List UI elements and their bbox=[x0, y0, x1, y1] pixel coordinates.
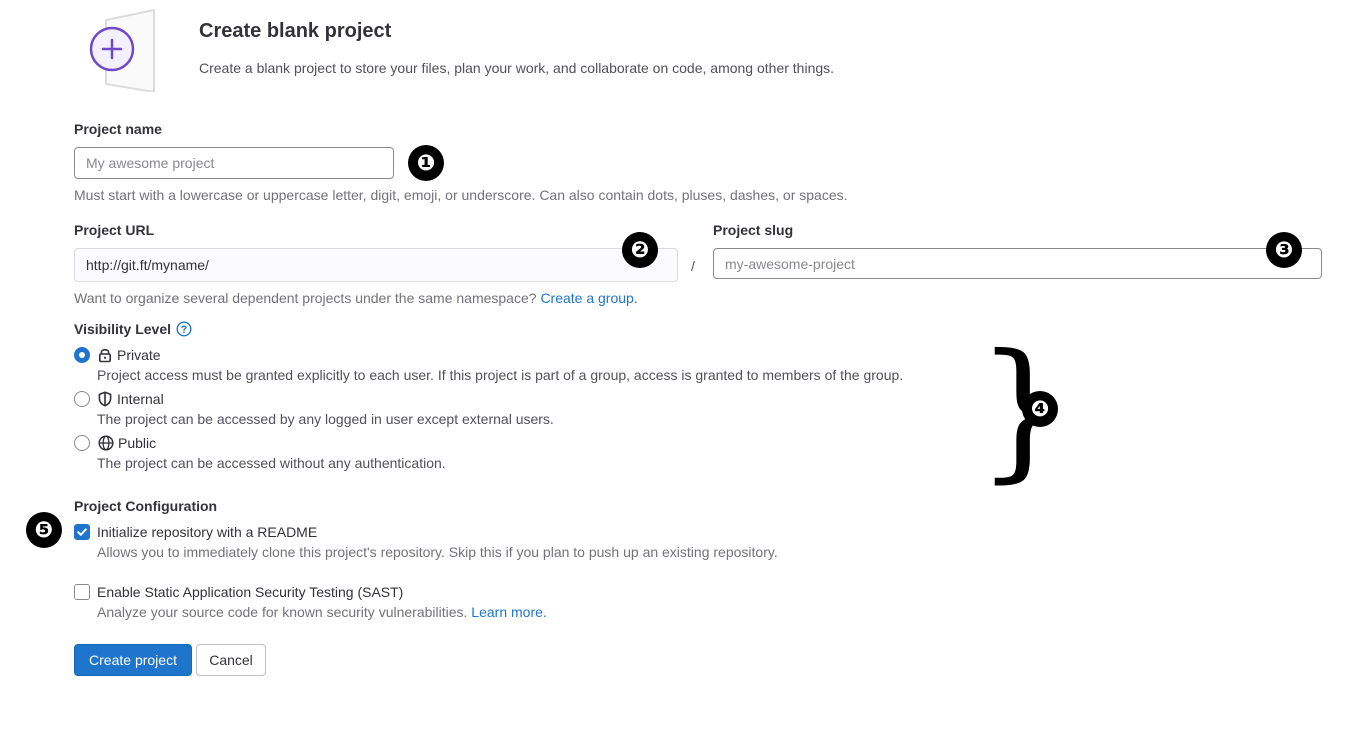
initialize-readme-checkbox[interactable] bbox=[74, 524, 90, 540]
visibility-internal-label: Internal bbox=[117, 391, 164, 407]
initialize-readme-description: Allows you to immediately clone this pro… bbox=[97, 544, 778, 560]
namespace-help: Want to organize several dependent proje… bbox=[74, 290, 638, 306]
enable-sast-label: Enable Static Application Security Testi… bbox=[97, 584, 404, 600]
cancel-button[interactable]: Cancel bbox=[196, 644, 266, 676]
annotation-badge-4: ❹ bbox=[1022, 391, 1058, 427]
shield-icon bbox=[98, 391, 112, 407]
project-configuration-label: Project Configuration bbox=[74, 498, 218, 514]
globe-icon bbox=[98, 435, 114, 451]
visibility-public-radio[interactable] bbox=[74, 435, 90, 451]
visibility-private-description: Project access must be granted explicitl… bbox=[97, 367, 904, 383]
create-project-button[interactable]: Create project bbox=[74, 644, 192, 676]
learn-more-link[interactable]: Learn more. bbox=[471, 604, 546, 620]
visibility-private-radio[interactable] bbox=[74, 347, 90, 363]
project-slug-input[interactable] bbox=[713, 248, 1322, 279]
annotation-badge-1: ❶ bbox=[408, 145, 444, 181]
visibility-internal-radio[interactable] bbox=[74, 391, 90, 407]
create-group-link[interactable]: Create a group. bbox=[540, 290, 637, 306]
namespace-help-text: Want to organize several dependent proje… bbox=[74, 290, 537, 306]
check-icon bbox=[77, 528, 87, 536]
project-url-field: http://git.ft/myname/ bbox=[74, 248, 678, 282]
lock-icon bbox=[98, 347, 112, 363]
project-name-input[interactable] bbox=[74, 147, 394, 179]
page-description: Create a blank project to store your fil… bbox=[199, 60, 835, 76]
question-circle-icon[interactable] bbox=[176, 321, 192, 337]
project-name-label: Project name bbox=[74, 121, 162, 137]
visibility-private-label: Private bbox=[117, 347, 161, 363]
visibility-public-description: The project can be accessed without any … bbox=[97, 455, 446, 471]
enable-sast-checkbox[interactable] bbox=[74, 584, 90, 600]
visibility-public-label: Public bbox=[118, 435, 157, 451]
annotation-badge-3: ❸ bbox=[1266, 232, 1302, 268]
initialize-readme-label: Initialize repository with a README bbox=[97, 524, 318, 540]
project-name-help: Must start with a lowercase or uppercase… bbox=[74, 187, 848, 203]
enable-sast-description: Analyze your source code for known secur… bbox=[97, 604, 547, 620]
annotation-badge-2: ❷ bbox=[622, 232, 658, 268]
visibility-internal-description: The project can be accessed by any logge… bbox=[97, 411, 554, 427]
url-separator: / bbox=[691, 258, 695, 274]
page-title: Create blank project bbox=[199, 20, 392, 42]
project-url-label: Project URL bbox=[74, 222, 155, 238]
visibility-label: Visibility Level bbox=[74, 321, 172, 337]
enable-sast-description-text: Analyze your source code for known secur… bbox=[97, 604, 468, 620]
project-slug-label: Project slug bbox=[713, 222, 794, 238]
annotation-badge-5: ❺ bbox=[26, 512, 62, 548]
project-url-value: http://git.ft/myname/ bbox=[86, 257, 209, 273]
project-illustration bbox=[80, 6, 172, 94]
